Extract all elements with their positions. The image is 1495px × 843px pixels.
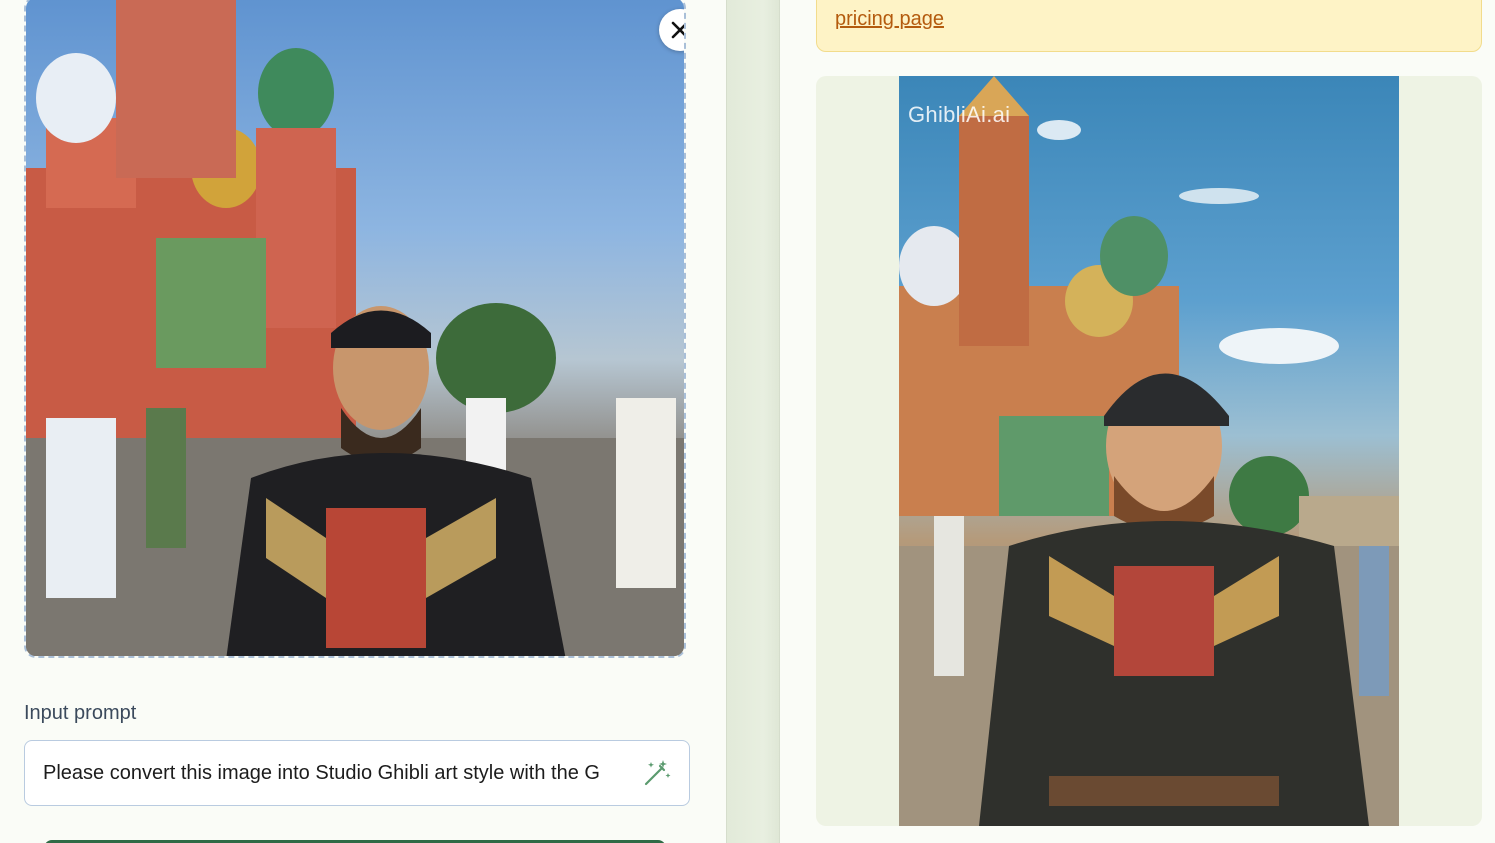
result-card: GhibliAi.ai [816,76,1482,826]
prompt-field[interactable] [24,740,690,806]
panel-divider[interactable] [726,0,780,843]
pricing-page-link[interactable]: pricing page [835,8,944,31]
pricing-notice: pricing page [816,0,1482,52]
left-panel: Input prompt [0,0,726,843]
magic-wand-icon[interactable] [641,757,673,789]
prompt-label: Input prompt [24,702,137,724]
upload-dropzone[interactable] [24,0,686,658]
page: Input prompt pricing page [0,0,1495,843]
close-icon [671,21,684,39]
right-panel: pricing page GhibliAi.ai [780,0,1495,843]
prompt-input[interactable] [43,741,629,805]
uploaded-photo [26,0,684,656]
generated-image: GhibliAi.ai [899,76,1399,826]
watermark: GhibliAi.ai [908,102,1011,127]
